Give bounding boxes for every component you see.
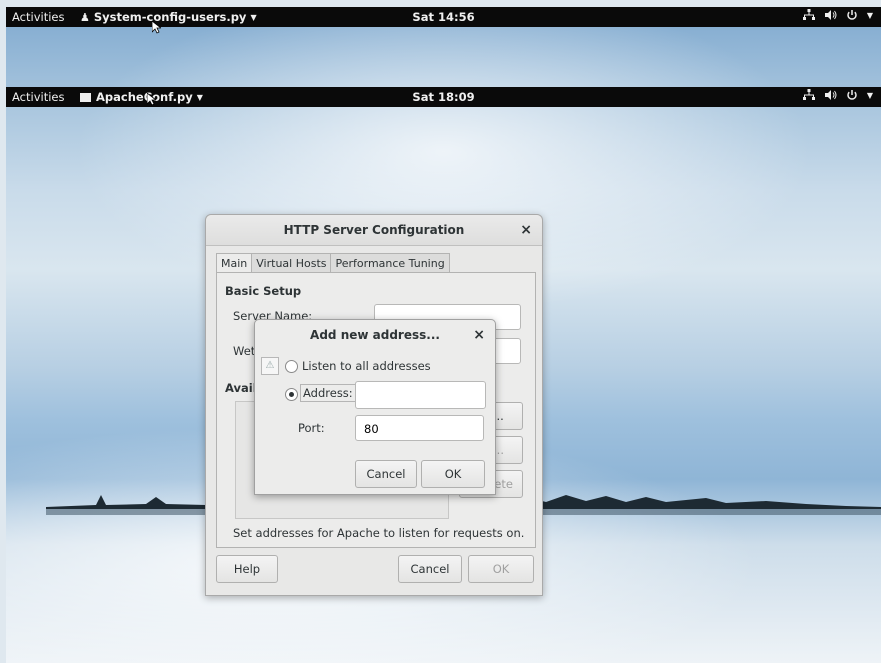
hint-text: Set addresses for Apache to listen for r… xyxy=(233,526,525,540)
clock[interactable]: Sat 18:09 xyxy=(6,90,881,104)
clock[interactable]: Sat 14:56 xyxy=(6,10,881,24)
basic-setup-heading: Basic Setup xyxy=(225,284,302,298)
add-address-dialog: Add new address... × ⚠ Listen to all add… xyxy=(254,319,496,495)
ok-button[interactable]: OK xyxy=(468,555,534,583)
power-icon xyxy=(847,10,857,20)
tab-virtual-hosts[interactable]: Virtual Hosts xyxy=(251,253,332,273)
system-tray[interactable]: ▼ xyxy=(802,89,873,101)
popup-titlebar[interactable]: Add new address... × xyxy=(255,320,495,350)
address-input[interactable] xyxy=(355,381,486,409)
listen-all-radio[interactable] xyxy=(285,360,298,373)
dialog-title: HTTP Server Configuration xyxy=(283,223,465,237)
tab-performance-tuning[interactable]: Performance Tuning xyxy=(330,253,450,273)
warning-icon: ⚠ xyxy=(261,357,279,375)
webmaster-label: Wet xyxy=(233,344,256,358)
top-bar-front: Activities ApacheConf.py ▼ Sat 18:09 ▼ xyxy=(6,87,881,107)
network-icon xyxy=(802,89,815,100)
mouse-cursor xyxy=(152,21,161,34)
close-icon[interactable]: × xyxy=(520,215,532,245)
address-label[interactable]: Address: xyxy=(300,384,356,402)
help-button[interactable]: Help xyxy=(216,555,278,583)
cancel-button[interactable]: Cancel xyxy=(398,555,462,583)
tab-main[interactable]: Main xyxy=(216,253,253,273)
dialog-titlebar[interactable]: HTTP Server Configuration × xyxy=(206,215,542,246)
port-input[interactable]: 80 xyxy=(355,415,484,441)
close-icon[interactable]: × xyxy=(473,320,485,350)
desktop-background: Activities ♟ System-config-users.py ▼ Sat … xyxy=(6,7,881,663)
ok-button[interactable]: OK xyxy=(421,460,485,488)
network-icon xyxy=(802,9,815,20)
volume-icon xyxy=(824,10,837,20)
address-radio[interactable] xyxy=(285,388,298,401)
chevron-down-icon: ▼ xyxy=(866,10,873,20)
top-bar-back: Activities ♟ System-config-users.py ▼ Sat … xyxy=(6,7,881,27)
mouse-cursor xyxy=(147,93,156,106)
system-tray[interactable]: ▼ xyxy=(802,9,873,21)
popup-title: Add new address... xyxy=(310,328,440,342)
port-label: Port: xyxy=(298,421,325,435)
listen-all-label[interactable]: Listen to all addresses xyxy=(302,359,431,373)
chevron-down-icon: ▼ xyxy=(866,90,873,100)
tab-bar: Main Virtual Hosts Performance Tuning xyxy=(216,253,450,273)
volume-icon xyxy=(824,90,837,100)
power-icon xyxy=(847,90,857,100)
cancel-button[interactable]: Cancel xyxy=(355,460,417,488)
